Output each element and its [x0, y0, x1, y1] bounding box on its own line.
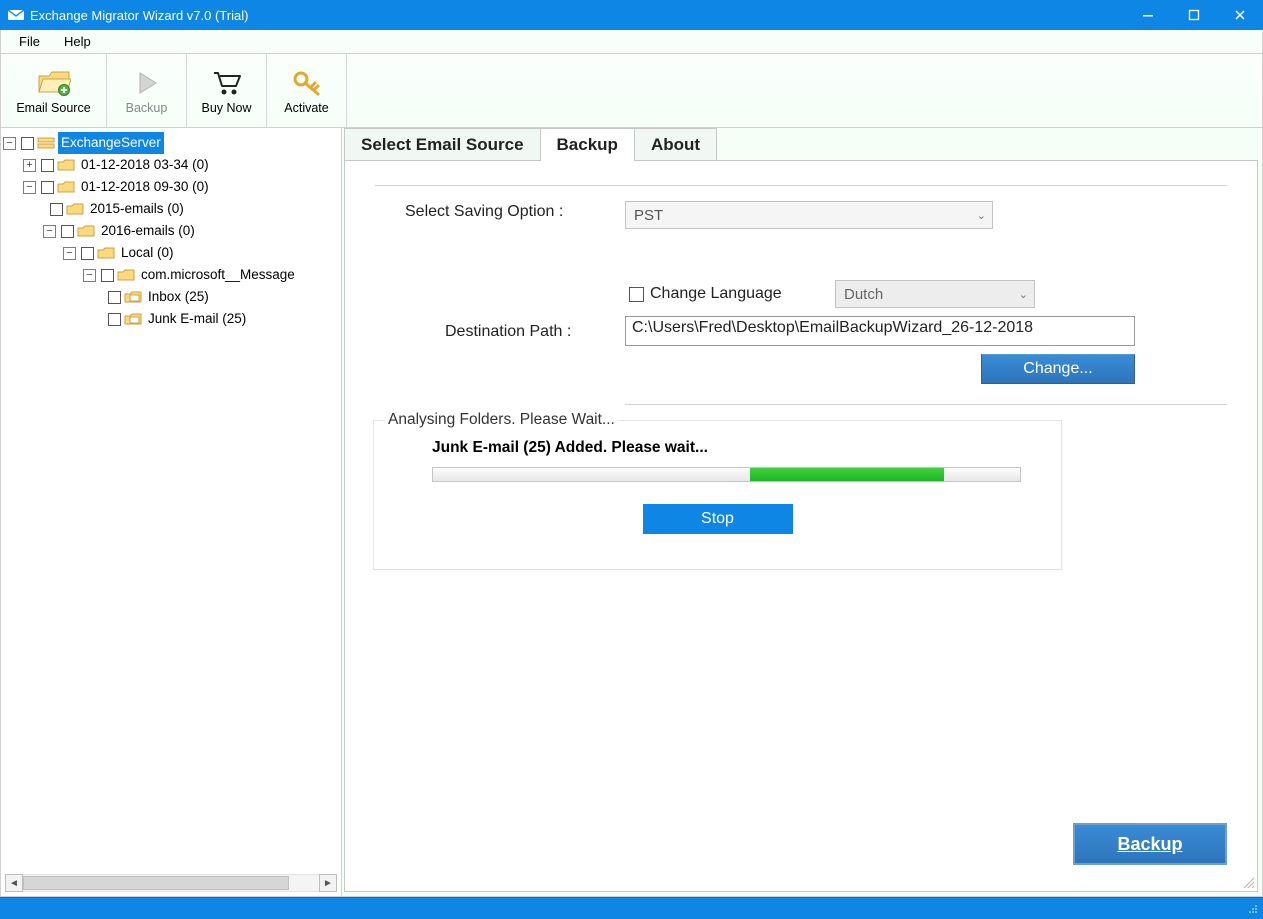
menubar: File Help: [0, 30, 1263, 54]
saving-option-dropdown[interactable]: PST ⌄: [625, 201, 993, 229]
progress-panel: Analysing Folders. Please Wait... Junk E…: [373, 420, 1062, 570]
chevron-down-icon: ⌄: [1019, 288, 1028, 301]
scroll-track[interactable]: [23, 874, 319, 892]
key-icon: [292, 67, 322, 99]
folder-icon: [57, 180, 75, 194]
folder-icon: [77, 224, 95, 238]
scroll-right-icon[interactable]: ►: [319, 874, 337, 892]
tree-item[interactable]: 2015-emails (0): [87, 198, 187, 220]
folder-icon: [66, 202, 84, 216]
tab-about[interactable]: About: [634, 128, 717, 161]
statusbar: [0, 897, 1263, 919]
play-icon: [136, 67, 158, 99]
resize-grip-icon[interactable]: [1241, 875, 1255, 889]
tree-scrollbar[interactable]: ◄ ►: [5, 874, 337, 892]
tree-item[interactable]: 01-12-2018 03-34 (0): [78, 154, 212, 176]
folder-plus-icon: [37, 67, 71, 99]
tree-item[interactable]: Junk E-mail (25): [145, 308, 249, 330]
tree-checkbox[interactable]: [101, 269, 114, 282]
window-maximize[interactable]: [1171, 0, 1217, 30]
tb-label: Buy Now: [201, 101, 251, 115]
tree-item[interactable]: 01-12-2018 09-30 (0): [78, 176, 212, 198]
language-value: Dutch: [844, 286, 883, 303]
tab-body-backup: Select Saving Option : PST ⌄ Change Lang…: [344, 160, 1258, 892]
change-language-checkbox[interactable]: [629, 287, 644, 302]
progress-fill: [750, 468, 944, 481]
tree-checkbox[interactable]: [50, 203, 63, 216]
tab-backup[interactable]: Backup: [540, 128, 635, 161]
tb-email-source[interactable]: Email Source: [1, 54, 107, 127]
tree-checkbox[interactable]: [108, 291, 121, 304]
tb-label: Activate: [284, 101, 328, 115]
scroll-thumb[interactable]: [23, 876, 289, 890]
chevron-down-icon: ⌄: [977, 209, 986, 222]
folder-icon: [57, 158, 75, 172]
destination-path-value: C:\Users\Fred\Desktop\EmailBackupWizard_…: [632, 319, 1033, 336]
change-language-label: Change Language: [650, 285, 782, 303]
toolbar: Email Source Backup Buy Now Activate: [0, 54, 1263, 128]
collapse-icon[interactable]: −: [63, 247, 76, 260]
tree-root[interactable]: ExchangeServer: [58, 132, 164, 154]
tree-checkbox[interactable]: [41, 159, 54, 172]
tree-item[interactable]: 2016-emails (0): [98, 220, 198, 242]
destination-path-input[interactable]: C:\Users\Fred\Desktop\EmailBackupWizard_…: [625, 316, 1135, 346]
window-title: Exchange Migrator Wizard v7.0 (Trial): [30, 8, 1125, 23]
folder-icon: [97, 246, 115, 260]
app-icon: [8, 7, 24, 23]
cart-icon: [212, 67, 242, 99]
tb-backup: Backup: [107, 54, 187, 127]
tab-strip: Select Email Source Backup About: [344, 128, 716, 161]
window-close[interactable]: [1217, 0, 1263, 30]
main-panel: Select Email Source Backup About Select …: [342, 128, 1262, 896]
tb-label: Backup: [126, 101, 168, 115]
tree-checkbox[interactable]: [81, 247, 94, 260]
tree-item[interactable]: Local (0): [118, 242, 177, 264]
expand-icon[interactable]: +: [23, 159, 36, 172]
tb-buy-now[interactable]: Buy Now: [187, 54, 267, 127]
tab-select-source[interactable]: Select Email Source: [344, 128, 541, 161]
tree-checkbox[interactable]: [108, 313, 121, 326]
destination-path-label: Destination Path :: [445, 323, 571, 341]
progress-bar: [432, 467, 1021, 482]
saving-option-value: PST: [634, 207, 663, 224]
mail-folder-icon: [124, 312, 142, 326]
folder-icon: [117, 268, 135, 282]
change-path-button[interactable]: Change...: [981, 354, 1135, 384]
divider: [375, 185, 1227, 186]
tree-checkbox[interactable]: [61, 225, 74, 238]
saving-option-label: Select Saving Option :: [405, 203, 563, 221]
stop-button[interactable]: Stop: [643, 504, 793, 534]
progress-message: Junk E-mail (25) Added. Please wait...: [432, 439, 1061, 457]
collapse-icon[interactable]: −: [23, 181, 36, 194]
folder-tree[interactable]: − ExchangeServer + 01-12-2018 03-34 (0) …: [1, 128, 341, 334]
tb-activate[interactable]: Activate: [267, 54, 347, 127]
content: − ExchangeServer + 01-12-2018 03-34 (0) …: [0, 128, 1263, 897]
tree-panel: − ExchangeServer + 01-12-2018 03-34 (0) …: [1, 128, 342, 896]
titlebar: Exchange Migrator Wizard v7.0 (Trial): [0, 0, 1263, 30]
progress-legend: Analysing Folders. Please Wait...: [384, 411, 619, 429]
menu-help[interactable]: Help: [52, 32, 103, 51]
tree-checkbox[interactable]: [41, 181, 54, 194]
mail-folder-icon: [124, 290, 142, 304]
collapse-icon[interactable]: −: [3, 137, 16, 150]
menu-file[interactable]: File: [7, 32, 52, 51]
scroll-left-icon[interactable]: ◄: [5, 874, 23, 892]
collapse-icon[interactable]: −: [83, 269, 96, 282]
language-dropdown: Dutch ⌄: [835, 280, 1035, 308]
backup-button[interactable]: Backup: [1073, 823, 1227, 865]
tree-item[interactable]: Inbox (25): [145, 286, 212, 308]
server-icon: [37, 136, 55, 150]
collapse-icon[interactable]: −: [43, 225, 56, 238]
divider: [625, 404, 1227, 405]
tree-item[interactable]: com.microsoft__Message: [138, 264, 298, 286]
tb-label: Email Source: [16, 101, 90, 115]
statusbar-grip-icon: [1245, 901, 1261, 917]
window-minimize[interactable]: [1125, 0, 1171, 30]
tree-checkbox[interactable]: [21, 137, 34, 150]
